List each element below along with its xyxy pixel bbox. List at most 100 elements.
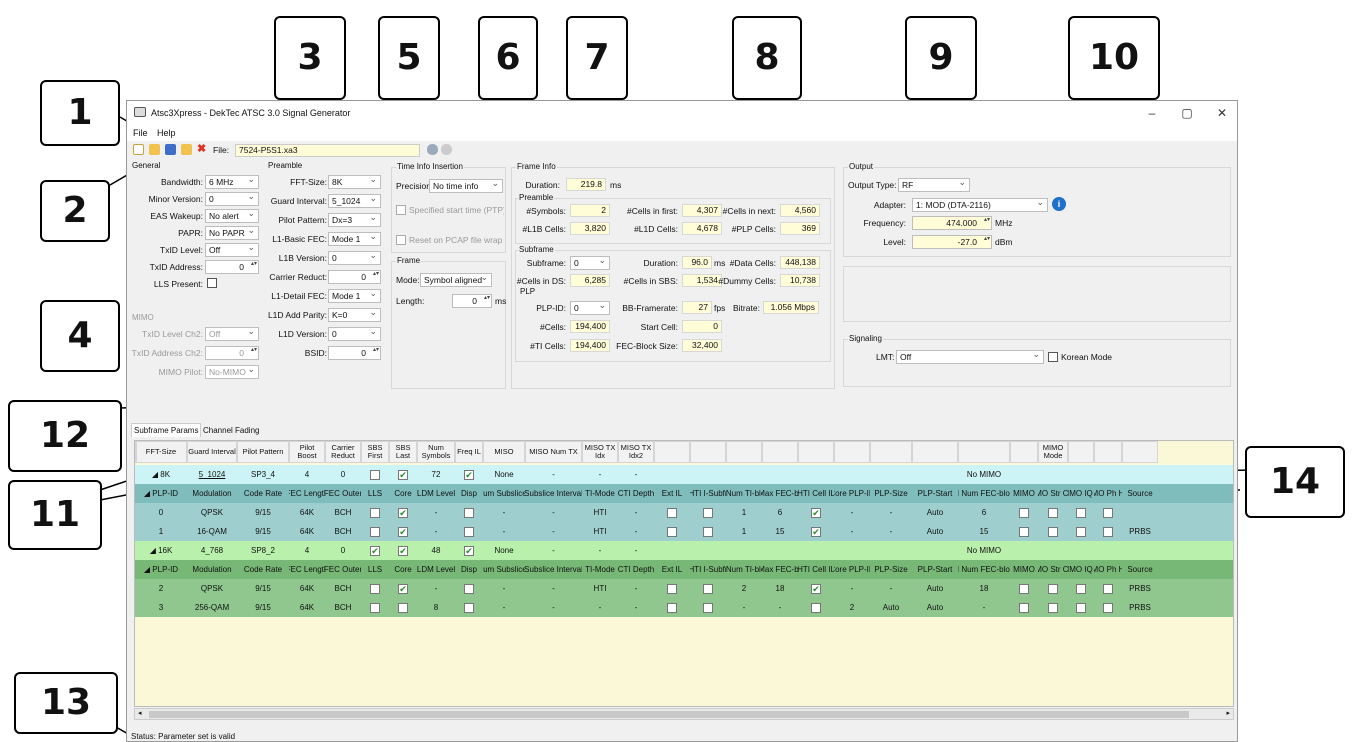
subframe-row[interactable]: ◢ 8K 5_1024 SP3_4 4 0 ✔ 72 ✔ None - - - No MIMO	[135, 465, 1233, 484]
checkbox[interactable]: ✔	[464, 469, 474, 480]
grid-header[interactable]: Pilot Pattern	[237, 441, 289, 463]
l1-basic-fec-select[interactable]: Mode 1	[328, 232, 381, 246]
bsid-input[interactable]: 0	[328, 346, 381, 360]
plp-cell[interactable]	[654, 503, 690, 522]
checkbox[interactable]	[1103, 583, 1113, 594]
new-file-icon[interactable]	[133, 144, 144, 155]
grid-header[interactable]: SBS First	[361, 441, 389, 463]
grid-header[interactable]: Num Symbols	[417, 441, 455, 463]
checkbox[interactable]	[398, 602, 408, 613]
plp-cell[interactable]	[690, 522, 726, 541]
plp-cell[interactable]	[361, 579, 389, 598]
plp-cell[interactable]	[1094, 598, 1122, 617]
plp-cell[interactable]	[361, 598, 389, 617]
checkbox[interactable]	[667, 526, 677, 537]
link-icon[interactable]	[427, 144, 438, 155]
info-icon[interactable]: i	[1052, 197, 1066, 211]
plp-cell[interactable]	[654, 579, 690, 598]
checkbox[interactable]: ✔	[811, 526, 821, 537]
checkbox[interactable]	[1048, 526, 1058, 537]
plp-cell[interactable]: ✔	[389, 503, 417, 522]
plp-cell[interactable]	[1010, 579, 1038, 598]
checkbox[interactable]	[1019, 583, 1029, 594]
plp-cell[interactable]	[1038, 522, 1068, 541]
plp-row[interactable]: 2 QPSK 9/15 64K BCH ✔ - - - HTI - 2 18 ✔ - - Auto 18 PRBS	[135, 579, 1233, 598]
checkbox[interactable]	[811, 602, 821, 613]
menu-file[interactable]: File	[133, 128, 148, 138]
plp-cell[interactable]	[1094, 503, 1122, 522]
grid-header[interactable]	[690, 441, 726, 463]
l1-detail-fec-select[interactable]: Mode 1	[328, 289, 381, 303]
checkbox[interactable]	[1019, 526, 1029, 537]
plp-id-select[interactable]: 0	[570, 301, 610, 315]
scroll-left-icon[interactable]: ◂	[138, 709, 142, 717]
plp-cell[interactable]	[1068, 522, 1094, 541]
checkbox[interactable]	[464, 583, 474, 594]
plp-cell[interactable]	[1094, 522, 1122, 541]
plp-cell[interactable]	[690, 579, 726, 598]
plp-cell[interactable]: ✔	[389, 579, 417, 598]
plp-cell[interactable]	[1068, 579, 1094, 598]
lls-present-checkbox[interactable]	[207, 278, 217, 288]
grid-header[interactable]	[1068, 441, 1094, 463]
mimo-pilot-select[interactable]: No-MIMO	[205, 365, 259, 379]
l1d-version-select[interactable]: 0	[328, 327, 381, 341]
checkbox[interactable]	[370, 583, 380, 594]
minor-version-select[interactable]: 0	[205, 192, 259, 206]
tab-subframe-params[interactable]: Subframe Params	[131, 423, 202, 437]
korean-mode-checkbox[interactable]	[1048, 352, 1058, 362]
checkbox[interactable]: ✔	[398, 469, 408, 480]
subframe-cell[interactable]: ✔	[389, 541, 417, 560]
minimize-button[interactable]: –	[1137, 104, 1167, 122]
bandwidth-select[interactable]: 6 MHz	[205, 175, 259, 189]
checkbox[interactable]: ✔	[398, 545, 408, 556]
maximize-button[interactable]: ▢	[1172, 104, 1202, 122]
txid-level-select[interactable]: Off	[205, 243, 259, 257]
subframe-select[interactable]: 0	[570, 256, 610, 270]
level-input[interactable]: -27.0	[912, 235, 992, 249]
checkbox[interactable]: ✔	[398, 507, 408, 518]
grid-header[interactable]	[762, 441, 798, 463]
plp-cell[interactable]	[455, 503, 483, 522]
grid-header[interactable]: MISO	[483, 441, 525, 463]
checkbox[interactable]	[1076, 602, 1086, 613]
horizontal-scrollbar[interactable]: ◂ ▸	[134, 708, 1234, 720]
tab-channel-fading[interactable]: Channel Fading	[201, 423, 261, 438]
checkbox[interactable]: ✔	[370, 545, 380, 556]
plp-cell[interactable]	[654, 522, 690, 541]
checkbox[interactable]	[464, 507, 474, 518]
plp-cell[interactable]	[361, 522, 389, 541]
subframe-cell[interactable]: ✔	[455, 465, 483, 484]
plp-cell[interactable]	[1038, 579, 1068, 598]
grid-header[interactable]	[135, 441, 137, 463]
plp-cell[interactable]	[1094, 579, 1122, 598]
txid-level-ch2-select[interactable]: Off	[205, 327, 259, 341]
output-type-select[interactable]: RF	[898, 178, 970, 192]
plp-cell[interactable]: ✔	[798, 579, 834, 598]
plp-cell[interactable]	[1038, 598, 1068, 617]
checkbox[interactable]	[370, 602, 380, 613]
save-icon[interactable]	[165, 144, 176, 155]
plp-cell[interactable]	[690, 503, 726, 522]
pilot-pattern-select[interactable]: Dx=3	[328, 213, 381, 227]
grid-header[interactable]	[1094, 441, 1122, 463]
grid-header[interactable]: Pilot Boost	[289, 441, 325, 463]
checkbox[interactable]	[1103, 526, 1113, 537]
plp-cell[interactable]	[1068, 503, 1094, 522]
checkbox[interactable]: ✔	[398, 526, 408, 537]
lmt-select[interactable]: Off	[896, 350, 1044, 364]
grid-header[interactable]: Freq IL	[455, 441, 483, 463]
checkbox[interactable]	[1076, 583, 1086, 594]
checkbox[interactable]	[703, 602, 713, 613]
checkbox[interactable]	[1048, 507, 1058, 518]
file-path-field[interactable]: 7524-P5S1.xa3	[235, 144, 420, 157]
grid-header[interactable]	[798, 441, 834, 463]
scroll-thumb[interactable]	[149, 711, 1189, 718]
subframe-cell[interactable]	[361, 465, 389, 484]
grid-header[interactable]: SBS Last	[389, 441, 417, 463]
guard-interval-select[interactable]: 5_1024	[328, 194, 381, 208]
checkbox[interactable]	[370, 526, 380, 537]
grid-header[interactable]: MISO TX Idx	[582, 441, 618, 463]
grid-header[interactable]	[834, 441, 870, 463]
txid-address-input[interactable]: 0	[205, 260, 259, 274]
